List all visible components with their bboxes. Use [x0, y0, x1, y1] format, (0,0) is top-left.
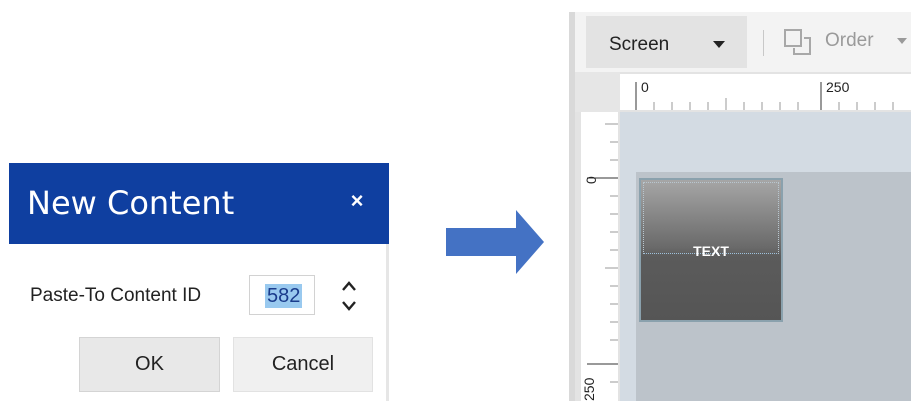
- spin-down-button[interactable]: [339, 297, 359, 315]
- ruler-tick-label: 250: [826, 79, 850, 95]
- dialog-header: New Content ×: [9, 163, 389, 244]
- screen-editor: Screen Order 0 250 0 250 TEXT: [569, 12, 911, 401]
- content-id-input[interactable]: 582: [249, 275, 315, 315]
- widget-text-label: TEXT: [693, 243, 729, 259]
- dialog-title: New Content: [27, 184, 235, 222]
- chevron-down-icon: [342, 301, 356, 311]
- ruler-corner: [575, 72, 620, 112]
- right-arrow-icon: [446, 210, 544, 274]
- order-button[interactable]: Order: [825, 29, 874, 53]
- chevron-up-icon: [342, 281, 356, 291]
- spin-up-button[interactable]: [339, 277, 359, 295]
- order-icon: [784, 29, 811, 55]
- caret-down-icon: [713, 41, 725, 48]
- ruler-tick-label: 0: [641, 79, 649, 95]
- ruler-tick-label: 0: [583, 176, 599, 184]
- content-id-spinner[interactable]: [327, 273, 371, 319]
- ruler-tick-label: 250: [581, 377, 597, 401]
- screen-dropdown-label: Screen: [609, 34, 670, 55]
- dialog-edge: [386, 244, 389, 401]
- caret-down-icon: [897, 38, 907, 44]
- ok-button[interactable]: OK: [79, 337, 220, 392]
- vertical-ruler-ticks: [587, 123, 618, 383]
- content-id-value: 582: [265, 284, 303, 308]
- text-content-widget[interactable]: TEXT: [639, 178, 783, 322]
- horizontal-ruler-ticks: [635, 82, 894, 110]
- paste-to-content-id-label: Paste-To Content ID: [30, 285, 202, 306]
- close-button[interactable]: ×: [343, 187, 371, 215]
- cancel-button[interactable]: Cancel: [233, 337, 373, 392]
- toolbar-separator: [763, 30, 764, 56]
- editor-toolbar: Screen Order: [575, 12, 911, 72]
- screen-dropdown[interactable]: Screen: [586, 16, 747, 68]
- new-content-dialog: New Content × Paste-To Content ID 582 OK…: [9, 163, 389, 401]
